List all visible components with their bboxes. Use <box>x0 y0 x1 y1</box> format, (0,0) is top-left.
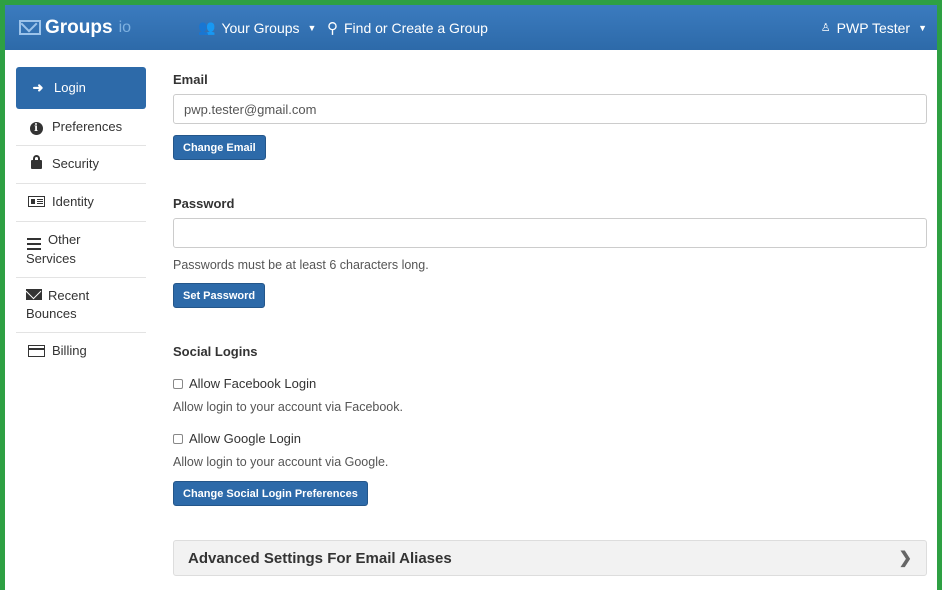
sidebar-item-label: Preferences <box>52 119 123 134</box>
set-password-button[interactable]: Set Password <box>173 283 266 308</box>
email-field[interactable] <box>173 94 927 124</box>
id-card-icon <box>28 196 45 207</box>
mail-icon <box>19 20 41 35</box>
sidebar-item-security[interactable]: Security <box>16 146 146 184</box>
find-group-link[interactable]: ⚲ Find or Create a Group <box>327 5 488 50</box>
password-field[interactable] <box>173 218 927 248</box>
google-login-label: Allow Google Login <box>189 431 302 446</box>
sidebar-item-recent-bounces[interactable]: Recent Bounces <box>16 278 146 334</box>
sidebar-item-preferences[interactable]: i Preferences <box>16 109 146 146</box>
password-help: Passwords must be at least 6 characters … <box>173 258 429 272</box>
facebook-login-checkbox[interactable] <box>173 378 183 389</box>
find-group-label: Find or Create a Group <box>344 19 488 36</box>
google-login-checkbox[interactable] <box>173 433 183 444</box>
user-name: PWP Tester <box>836 19 911 36</box>
envelope-icon <box>26 289 42 301</box>
sidebar-item-billing[interactable]: Billing <box>16 333 146 371</box>
sidebar-item-label: Recent <box>48 287 90 303</box>
advanced-settings-panel[interactable]: Advanced Settings For Email Aliases ❯ <box>173 540 927 576</box>
credit-card-icon <box>28 345 45 358</box>
users-icon: 👥 <box>198 19 216 35</box>
sidebar-item-label-line2: Bounces <box>26 306 77 322</box>
google-login-help: Allow login to your account via Google. <box>173 455 389 469</box>
user-menu[interactable]: ♙ PWP Tester ▼ <box>821 5 927 50</box>
sign-in-icon: ➜ <box>32 80 44 95</box>
facebook-login-option[interactable]: Allow Facebook Login <box>173 376 316 391</box>
search-icon: ⚲ <box>327 19 338 37</box>
bars-icon <box>27 237 41 250</box>
sidebar-item-label: Identity <box>52 194 94 209</box>
caret-down-icon: ▼ <box>307 22 317 33</box>
settings-sidebar: ➜ Login i Preferences Security Identity … <box>16 67 146 371</box>
sidebar-item-label: Billing <box>52 343 87 359</box>
your-groups-label: Your Groups <box>221 19 300 36</box>
sidebar-item-label-line2: Services <box>26 250 76 266</box>
user-icon: ♙ <box>820 22 831 34</box>
change-social-login-button[interactable]: Change Social Login Preferences <box>173 481 368 506</box>
info-circle-icon: i <box>29 122 43 135</box>
sidebar-item-identity[interactable]: Identity <box>16 184 146 222</box>
brand-name: Groups <box>45 16 113 38</box>
password-label: Password <box>173 196 235 211</box>
google-login-option[interactable]: Allow Google Login <box>173 431 301 446</box>
caret-down-icon: ▼ <box>918 22 927 33</box>
brand-suffix: io <box>118 18 132 36</box>
sidebar-item-label: Security <box>52 156 99 171</box>
lock-icon <box>30 155 42 169</box>
social-logins-label: Social Logins <box>173 344 258 359</box>
advanced-settings-label: Advanced Settings For Email Aliases <box>188 549 452 567</box>
email-label: Email <box>173 72 208 87</box>
brand-logo[interactable]: Groups io <box>19 5 131 50</box>
chevron-right-icon: ❯ <box>898 550 912 567</box>
sidebar-item-label: Other <box>48 232 81 247</box>
facebook-login-label: Allow Facebook Login <box>189 376 317 391</box>
change-email-button[interactable]: Change Email <box>173 135 266 160</box>
sidebar-item-other-services[interactable]: Other Services <box>16 222 146 278</box>
your-groups-menu[interactable]: 👥 Your Groups ▼ <box>198 5 316 50</box>
top-navbar: Groups io 👥 Your Groups ▼ ⚲ Find or Creat… <box>5 5 937 50</box>
sidebar-item-label: Login <box>54 80 86 95</box>
sidebar-item-login[interactable]: ➜ Login <box>16 67 146 109</box>
facebook-login-help: Allow login to your account via Facebook… <box>173 400 403 414</box>
